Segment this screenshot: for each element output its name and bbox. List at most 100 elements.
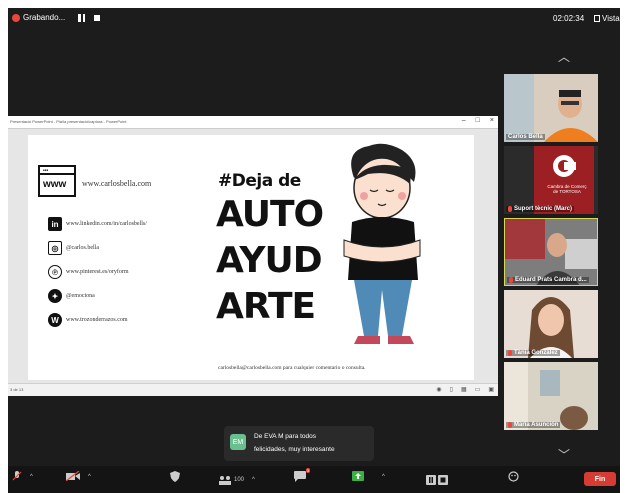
social-linkedin: in www.linkedin.com/in/carlosbells/: [48, 217, 147, 231]
browser-icon: ••• www: [38, 165, 76, 197]
participant-gallery: Carlos Bella Cambra de Comerç de TORTOSA…: [504, 44, 620, 484]
maximize-icon: □: [475, 117, 480, 124]
participants-count: 100: [234, 477, 245, 483]
slide-counter: 3 de 13: [10, 387, 24, 392]
participant-name: Carlos Bella: [508, 134, 543, 140]
recording-indicator[interactable]: Grabando...: [12, 13, 65, 22]
participant-video: [504, 290, 598, 358]
audio-button[interactable]: [12, 471, 22, 489]
participant-name: Suport tècnic (Marc): [514, 206, 573, 212]
social-twitter: ✦ @emociona: [48, 289, 95, 303]
muted-mic-icon: [508, 206, 512, 212]
social-text: @emociona: [66, 293, 95, 299]
recording-icon: [12, 13, 20, 22]
participants-icon: [219, 476, 231, 485]
slide-title-line3: ARTE: [216, 286, 316, 327]
participant-tile[interactable]: Cambra de Comerç de TORTOSA Suport tècni…: [504, 146, 598, 214]
chat-notification[interactable]: EM De EVA M para todos felicidades, muy …: [224, 426, 374, 461]
participant-tile[interactable]: Maria Asunción: [504, 362, 598, 430]
instagram-icon: ◎: [48, 241, 62, 255]
muted-mic-icon: [508, 422, 512, 428]
participant-video: [504, 362, 598, 430]
security-button[interactable]: [170, 471, 180, 489]
social-wordpress: W www.trozonderrazos.com: [48, 313, 128, 327]
logo-text-line2: de TORTOSA: [553, 189, 581, 194]
reactions-button[interactable]: [508, 471, 519, 489]
character-illustration: [343, 143, 421, 344]
chat-badge: 3: [305, 468, 310, 473]
participant-name: Maria Asunción: [514, 422, 559, 428]
microphone-icon: [12, 471, 22, 481]
record-button[interactable]: [426, 471, 448, 489]
slide: ••• www www.carlosbella.com in www.linke…: [28, 135, 474, 380]
notes-icon[interactable]: ◉: [436, 386, 441, 393]
muted-mic-icon: [508, 350, 512, 356]
share-options-chevron-icon[interactable]: ^: [382, 474, 385, 492]
website-url: www.carlosbella.com: [82, 179, 152, 188]
close-icon: ×: [489, 117, 494, 124]
meeting-toolbar: ^ ^ 100 ^ 3 ^ Fin: [8, 466, 620, 493]
minimize-icon: –: [461, 117, 466, 124]
shared-screen: Presentació PowerPoint - Pla/la presenta…: [8, 116, 498, 396]
slideshow-icon[interactable]: ▣: [488, 386, 494, 393]
wordpress-icon: W: [48, 313, 62, 327]
shared-window-title: Presentació PowerPoint - Pla/la presenta…: [10, 119, 127, 124]
participant-name: Tània González: [514, 350, 558, 356]
chat-avatar: EM: [230, 434, 246, 450]
social-pinterest: ℗ www.pinterest.es/oryform: [48, 265, 129, 279]
video-options-chevron-icon[interactable]: ^: [88, 474, 91, 492]
share-screen-button[interactable]: [352, 471, 364, 489]
end-meeting-button[interactable]: Fin: [584, 472, 616, 486]
chat-sender: De EVA M para todos: [254, 433, 317, 440]
social-text: www.pinterest.es/oryform: [66, 269, 129, 275]
pinterest-icon: ℗: [48, 265, 62, 279]
www-label: www: [43, 179, 67, 190]
participant-video: [504, 74, 598, 142]
participant-tile[interactable]: Carlos Bella: [504, 74, 598, 142]
normal-view-icon[interactable]: ▯: [450, 386, 453, 393]
zoom-meeting-window: Grabando... 02:02:34 Vista Presentació P…: [8, 8, 620, 493]
chat-icon: [294, 471, 306, 482]
video-button[interactable]: [66, 471, 80, 489]
chat-message: felicidades, muy interesante: [254, 446, 335, 453]
video-off-icon: [66, 471, 80, 481]
view-label: Vista: [602, 14, 620, 23]
view-button[interactable]: Vista: [594, 14, 620, 23]
slide-hashtag: #Deja de: [218, 171, 301, 191]
participant-tile[interactable]: Tània González: [504, 290, 598, 358]
twitter-icon: ✦: [48, 289, 62, 303]
muted-mic-icon: [509, 277, 513, 283]
pause-recording-button[interactable]: [78, 14, 86, 22]
participants-options-chevron-icon[interactable]: ^: [252, 477, 255, 483]
social-instagram: ◎ @carlos.bella: [48, 241, 99, 255]
chat-button[interactable]: 3: [294, 468, 310, 489]
shared-window-statusbar: 3 de 13 ◉ ▯ ▦ ▭ ▣: [8, 383, 498, 396]
participant-name: Eduard Prats Cambra d...: [515, 277, 587, 283]
participant-video: [504, 146, 598, 214]
slide-title-line1: AUTO: [216, 194, 324, 235]
security-icon: [170, 471, 180, 482]
social-text: www.linkedin.com/in/carlosbells/: [66, 221, 147, 227]
participant-tile-active-speaker[interactable]: Eduard Prats Cambra d...: [504, 218, 598, 286]
linkedin-icon: in: [48, 217, 62, 231]
slide-contact: carlosbella@carlosbella.com para cualqui…: [218, 365, 366, 371]
social-text: @carlos.bella: [66, 245, 100, 251]
meeting-timer: 02:02:34: [553, 14, 585, 23]
slide-area: ••• www www.carlosbella.com in www.linke…: [8, 129, 498, 383]
sorter-view-icon[interactable]: ▦: [461, 386, 467, 393]
recording-label: Grabando...: [23, 13, 66, 22]
slide-title-line2: AYUD: [216, 240, 323, 281]
shared-window-titlebar: Presentació PowerPoint - Pla/la presenta…: [8, 116, 498, 129]
audio-options-chevron-icon[interactable]: ^: [30, 474, 33, 492]
social-text: www.trozonderrazos.com: [66, 317, 128, 323]
share-screen-icon: [352, 471, 364, 481]
scroll-down-chevron-icon[interactable]: ﹀: [558, 446, 570, 463]
participants-button[interactable]: 100 ^: [218, 471, 255, 489]
top-bar: Grabando... 02:02:34 Vista: [8, 8, 620, 30]
reading-view-icon[interactable]: ▭: [475, 386, 481, 393]
record-icon: [426, 475, 448, 485]
view-icon: [594, 15, 600, 22]
participant-video: [505, 219, 597, 285]
stop-recording-button[interactable]: [94, 14, 102, 22]
reactions-icon: [508, 471, 519, 482]
